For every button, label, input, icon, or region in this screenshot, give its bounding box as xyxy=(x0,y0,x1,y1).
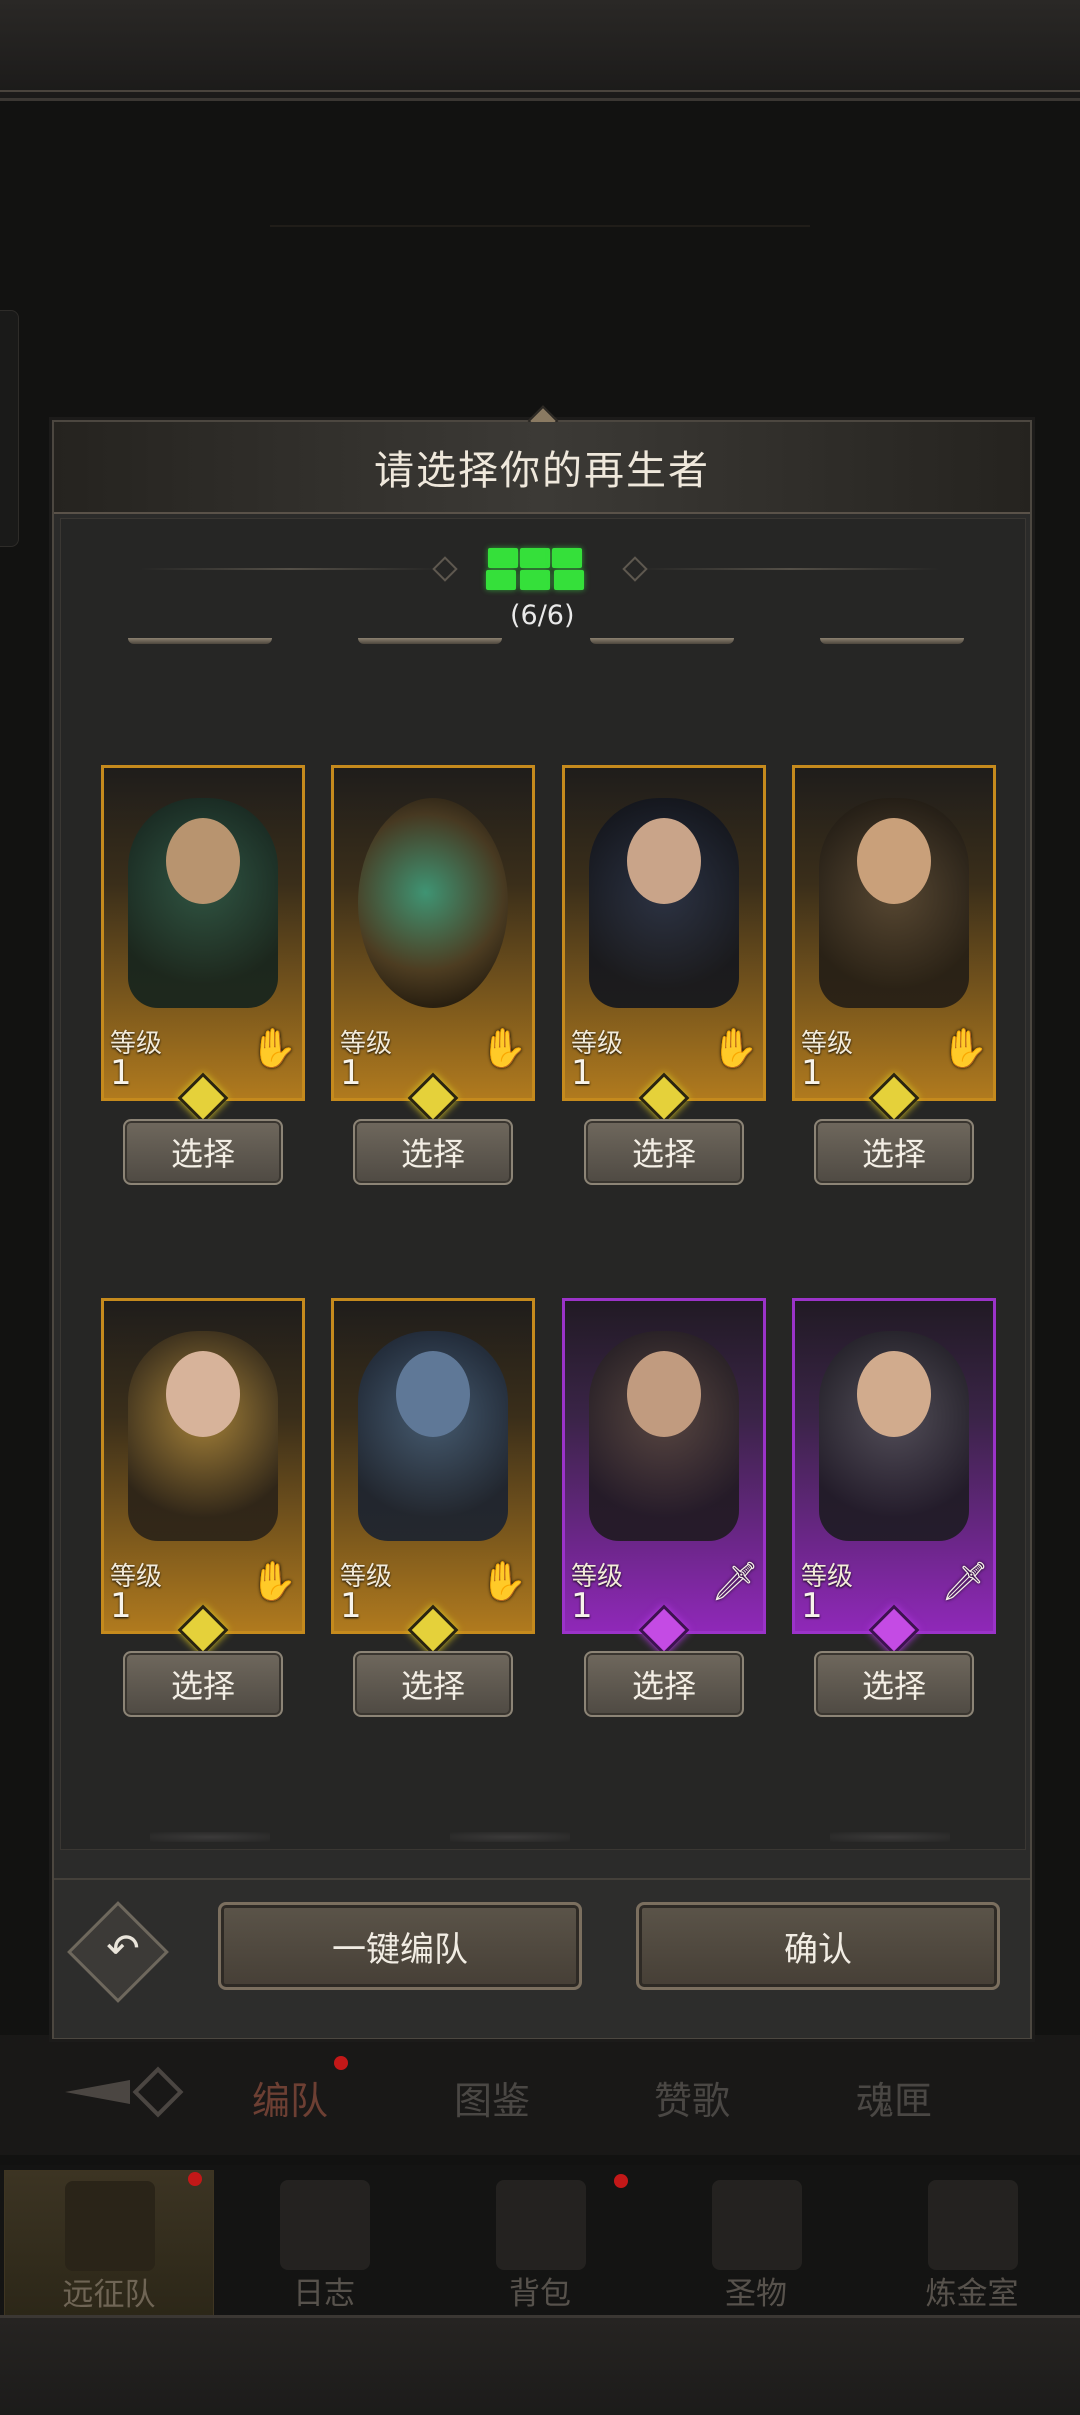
hero-card[interactable]: 等级 1 ✋ xyxy=(101,765,305,1101)
hero-face xyxy=(627,1351,701,1437)
hero-face xyxy=(857,818,931,904)
hero-card[interactable]: 等级 1 🗡 xyxy=(562,1298,766,1634)
hero-face xyxy=(166,818,240,904)
hero-face xyxy=(627,818,701,904)
select-button[interactable]: 选择 xyxy=(584,1119,744,1185)
nav-label: 圣物 xyxy=(725,2276,787,2312)
level-value: 1 xyxy=(110,1053,132,1093)
hero-face xyxy=(396,1351,470,1437)
nav-label: 日志 xyxy=(293,2276,355,2312)
tab-formation[interactable]: 编队 xyxy=(252,2070,328,2125)
hero-card[interactable]: 等级 1 ✋ xyxy=(562,765,766,1101)
notification-dot xyxy=(334,2056,348,2070)
auto-team-label: 一键编队 xyxy=(332,1929,468,1970)
level-value: 1 xyxy=(340,1053,362,1093)
hero-card[interactable]: 等级 1 ✋ xyxy=(331,765,535,1101)
hand-icon: ✋ xyxy=(941,1025,989,1070)
hero-card[interactable]: 等级 1 ✋ xyxy=(101,1298,305,1634)
hero-face xyxy=(857,1351,931,1437)
nav-relic[interactable]: 圣物 xyxy=(652,2170,860,2314)
nav-label: 炼金室 xyxy=(925,2276,1019,2312)
bag-icon xyxy=(496,2180,586,2270)
hand-icon: ✋ xyxy=(480,1025,528,1070)
select-button[interactable]: 选择 xyxy=(123,1651,283,1717)
sword-icon: 🗡 xyxy=(940,1558,990,1603)
column-bar xyxy=(590,638,734,644)
hero-portrait xyxy=(358,798,508,1008)
column-bar xyxy=(128,638,272,644)
select-button[interactable]: 选择 xyxy=(814,1119,974,1185)
next-row-peek xyxy=(830,1832,950,1842)
back-arrow-icon[interactable] xyxy=(60,2062,190,2122)
side-pull-tab[interactable] xyxy=(0,310,19,547)
notification-dot xyxy=(614,2174,628,2188)
next-row-peek xyxy=(450,1832,570,1842)
hero-card[interactable]: 等级 1 ✋ xyxy=(331,1298,535,1634)
notification-dot xyxy=(188,2172,202,2186)
nav-bag[interactable]: 背包 xyxy=(436,2170,644,2314)
torch-icon xyxy=(712,2180,802,2270)
tab-hymn[interactable]: 赞歌 xyxy=(654,2070,730,2125)
alchemy-icon xyxy=(928,2180,1018,2270)
nav-alchemy[interactable]: 炼金室 xyxy=(868,2170,1076,2314)
tab-codex[interactable]: 图鉴 xyxy=(454,2070,530,2125)
nav-expedition[interactable]: 远征队 xyxy=(4,2170,214,2316)
column-bar xyxy=(820,638,964,644)
team-count: (6/6) xyxy=(510,600,575,631)
sword-icon: 🗡 xyxy=(710,1558,760,1603)
divider-right xyxy=(640,568,940,570)
team-slots-icon xyxy=(440,544,584,594)
auto-team-button[interactable]: 一键编队 xyxy=(218,1902,582,1990)
nav-log[interactable]: 日志 xyxy=(220,2170,428,2314)
dialog-footer: ↶ 一键编队 确认 xyxy=(54,1878,1030,2038)
top-frame xyxy=(0,0,1080,101)
level-value: 1 xyxy=(571,1053,593,1093)
level-value: 1 xyxy=(571,1586,593,1626)
hand-icon: ✋ xyxy=(250,1025,298,1070)
divider-left xyxy=(140,568,440,570)
helmet-icon xyxy=(65,2181,155,2271)
select-button[interactable]: 选择 xyxy=(353,1651,513,1717)
select-hero-dialog: 请选择你的再生者 ↶ 一键编队 确认 xyxy=(52,405,1032,2039)
hero-face xyxy=(166,1351,240,1437)
dialog-title-bar: 请选择你的再生者 xyxy=(54,422,1030,514)
hero-card[interactable]: 等级 1 🗡 xyxy=(792,1298,996,1634)
nav-label: 远征队 xyxy=(62,2277,156,2313)
dialog-title: 请选择你的再生者 xyxy=(374,448,710,494)
tab-soul-box[interactable]: 魂匣 xyxy=(856,2070,932,2125)
nav-label: 背包 xyxy=(509,2276,571,2312)
hand-icon: ✋ xyxy=(250,1558,298,1603)
select-button[interactable]: 选择 xyxy=(123,1119,283,1185)
scroll-icon xyxy=(280,2180,370,2270)
next-row-peek xyxy=(150,1832,270,1842)
undo-icon: ↶ xyxy=(106,1926,140,1972)
select-button[interactable]: 选择 xyxy=(814,1651,974,1717)
level-value: 1 xyxy=(110,1586,132,1626)
column-bar xyxy=(358,638,502,644)
level-value: 1 xyxy=(801,1586,823,1626)
bottom-frame xyxy=(0,2315,1080,2415)
select-button[interactable]: 选择 xyxy=(584,1651,744,1717)
level-value: 1 xyxy=(340,1586,362,1626)
background-ornament xyxy=(270,165,810,227)
hand-icon: ✋ xyxy=(480,1558,528,1603)
select-button[interactable]: 选择 xyxy=(353,1119,513,1185)
hand-icon: ✋ xyxy=(711,1025,759,1070)
confirm-label: 确认 xyxy=(784,1929,852,1970)
hero-card[interactable]: 等级 1 ✋ xyxy=(792,765,996,1101)
level-value: 1 xyxy=(801,1053,823,1093)
confirm-button[interactable]: 确认 xyxy=(636,1902,1000,1990)
